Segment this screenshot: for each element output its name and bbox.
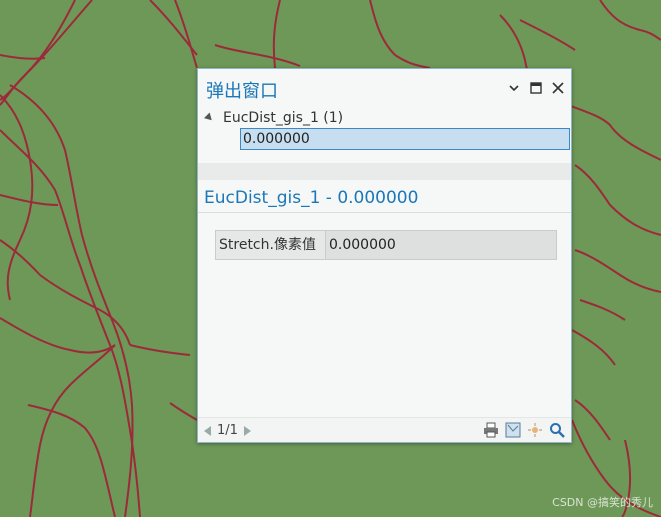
flash-icon[interactable] [527,422,543,438]
popup-window: 弹出窗口 EucDist_gis_1 (1) 0.000000 EucDist_… [197,68,572,443]
layer-label: EucDist_gis_1 (1) [223,110,344,126]
pager: 1/1 [204,423,251,438]
splitter-band[interactable] [198,163,571,180]
field-name-cell: Stretch.像素值 [216,231,326,259]
field-value-cell: 0.000000 [326,231,556,259]
print-icon[interactable] [483,422,499,438]
field-table-row: Stretch.像素值 0.000000 [215,230,557,260]
close-icon[interactable] [550,80,566,96]
pager-count: 1/1 [217,423,238,438]
popup-footer: 1/1 [198,417,571,442]
detail-header: EucDist_gis_1 - 0.000000 [204,188,419,208]
expand-triangle-icon[interactable] [203,111,215,123]
divider [198,212,571,213]
watermark: CSDN @搞笑的秀儿 [552,496,653,509]
chevron-down-icon[interactable] [506,80,522,96]
previous-page-icon[interactable] [204,425,211,436]
layer-tree-node[interactable]: EucDist_gis_1 (1) [203,109,344,127]
popup-titlebar[interactable]: 弹出窗口 [198,69,571,107]
maximize-icon[interactable] [528,80,544,96]
search-icon[interactable] [549,422,565,438]
feature-list-item-selected[interactable]: 0.000000 [240,128,570,150]
popup-title: 弹出窗口 [206,81,278,102]
zoom-to-icon[interactable] [505,422,521,438]
next-page-icon[interactable] [243,425,251,436]
